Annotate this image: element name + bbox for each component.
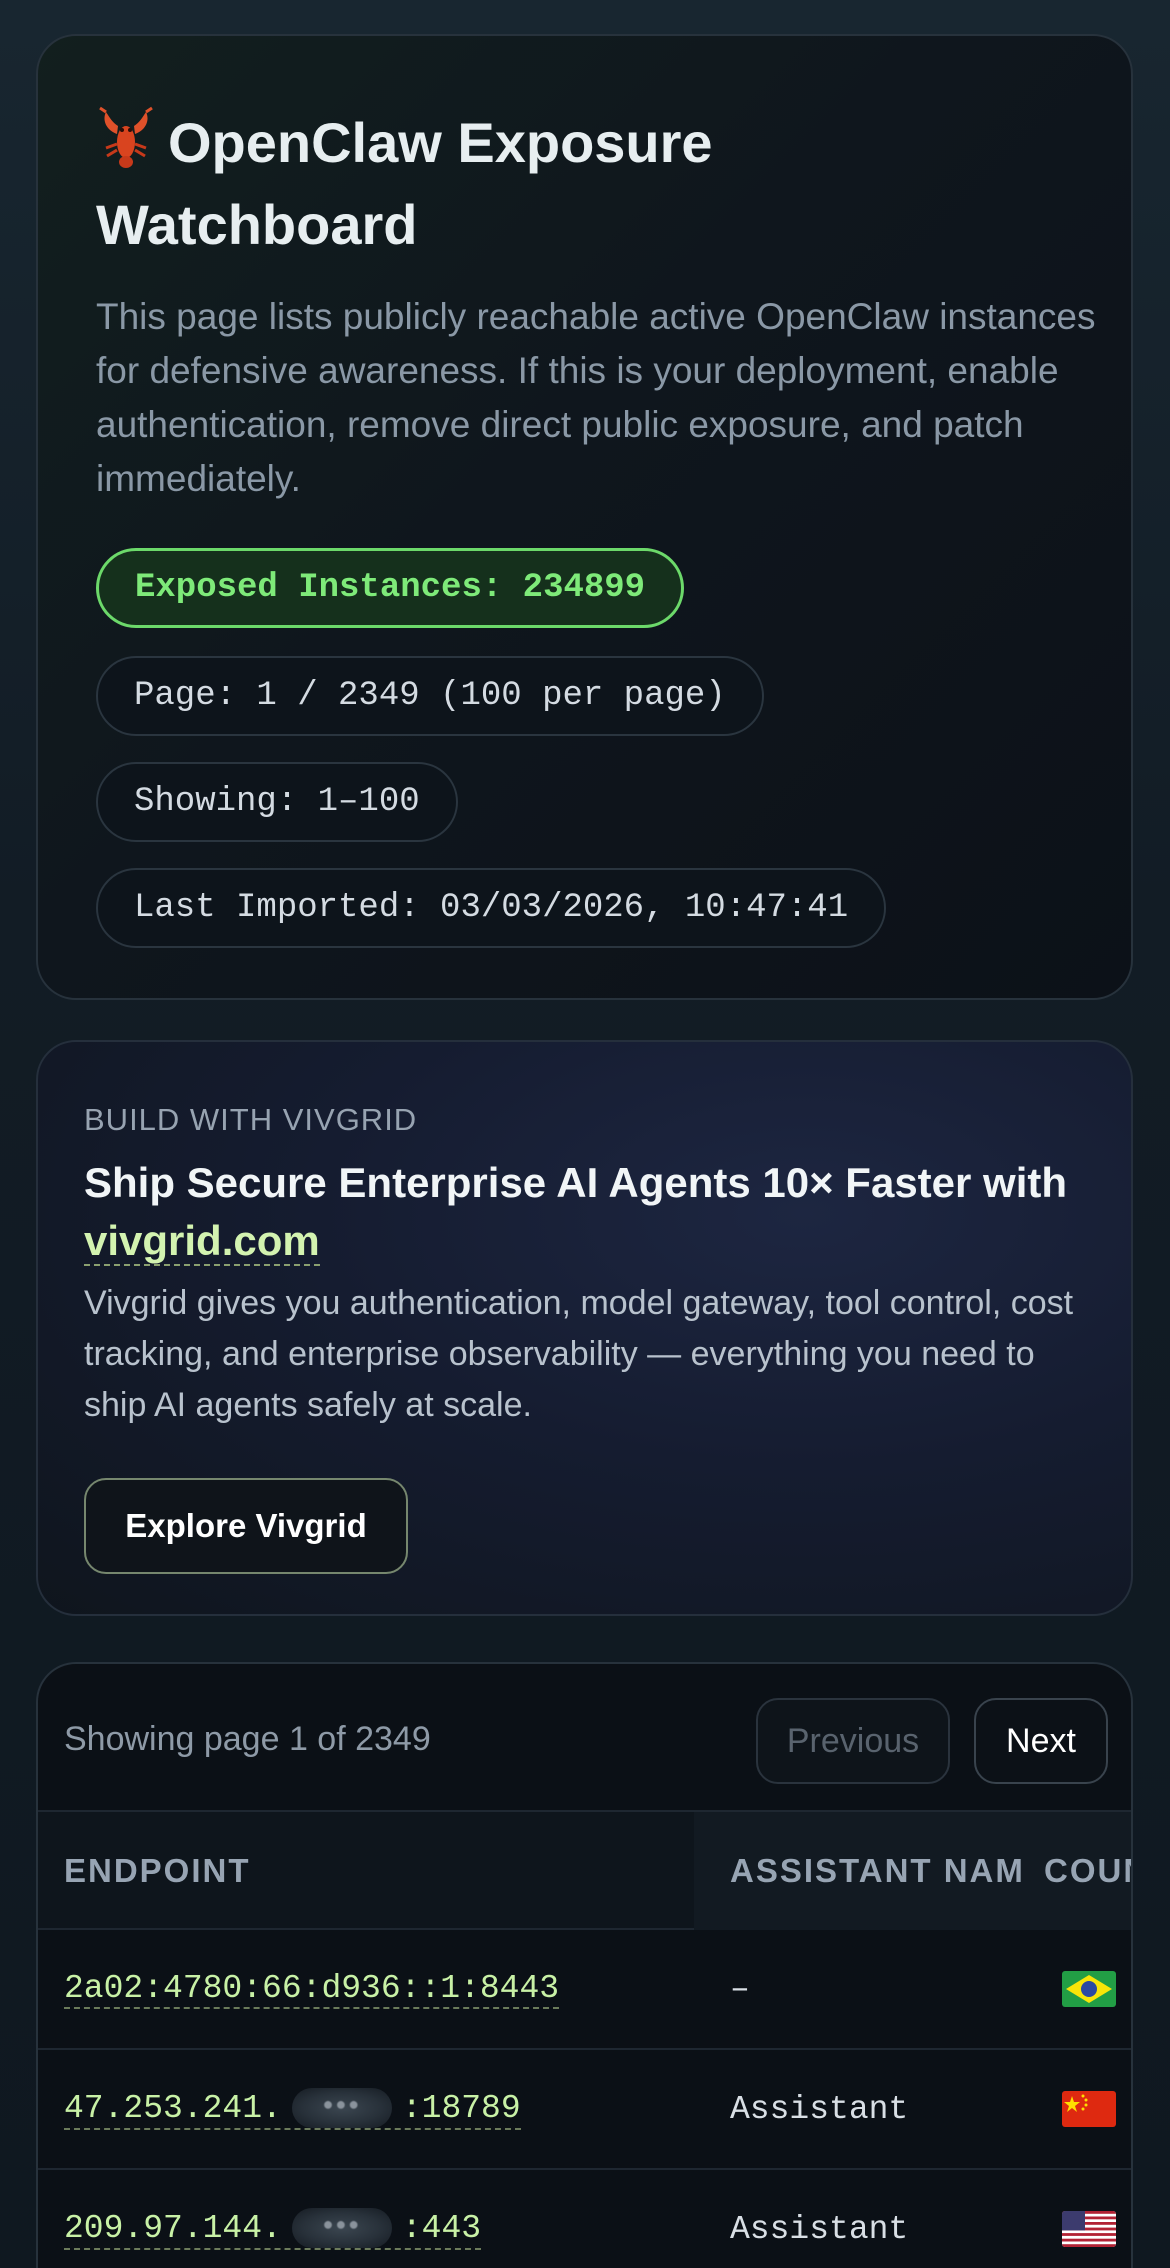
assistant-name-cell: Assistant <box>730 2090 909 2128</box>
pagination-status: Showing page 1 of 2349 <box>64 1720 431 1758</box>
redacted-octet <box>291 2088 392 2128</box>
table-header: ENDPOINT ASSISTANT NAM COUN <box>38 1812 1131 1930</box>
assistant-name-cell: Assistant <box>730 2210 909 2248</box>
vivgrid-link[interactable]: vivgrid.com <box>84 1217 320 1266</box>
page-title-text: OpenClaw Exposure Watchboard <box>96 111 713 256</box>
hero-description: This page lists publicly reachable activ… <box>96 296 1096 499</box>
promo-card: BUILD WITH VIVGRID Ship Secure Enterpris… <box>36 1040 1133 1616</box>
table-row: 209.97.144. :443 Assistant U <box>38 2170 1131 2268</box>
promo-title: Ship Secure Enterprise AI Agents 10× Fas… <box>84 1154 1084 1270</box>
instances-table-card: Showing page 1 of 2349 Previous Next END… <box>36 1662 1133 2268</box>
endpoint-cell: 209.97.144. :443 <box>64 2170 684 2268</box>
redacted-octet <box>291 2208 392 2248</box>
endpoint-port: :443 <box>401 2209 482 2247</box>
usa-flag-icon <box>1062 2211 1116 2247</box>
endpoint-prefix: 47.253.241. <box>64 2089 282 2127</box>
explore-vivgrid-button[interactable]: Explore Vivgrid <box>84 1478 408 1574</box>
promo-title-text: Ship Secure Enterprise AI Agents 10× Fas… <box>84 1159 1068 1206</box>
assistant-name-cell: – <box>730 1970 750 2008</box>
endpoint-port: :18789 <box>401 2089 521 2127</box>
last-imported-badge: Last Imported: 03/03/2026, 10:47:41 <box>96 868 887 948</box>
previous-button[interactable]: Previous <box>756 1698 950 1784</box>
promo-eyebrow: BUILD WITH VIVGRID <box>84 1102 418 1137</box>
endpoint-cell: 2a02:4780:66:d936::1:8443 <box>64 1930 684 2048</box>
page-indicator-badge: Page: 1 / 2349 (100 per page) <box>96 656 764 736</box>
endpoint-text: 2a02:4780:66:d936::1:8443 <box>64 1969 560 2007</box>
page-title: OpenClaw Exposure Watchboard <box>96 102 856 266</box>
column-header-country[interactable]: COUN <box>1024 1812 1131 1930</box>
country-cell: U <box>1062 2170 1131 2268</box>
showing-range-badge: Showing: 1–100 <box>96 762 458 842</box>
column-header-assistant-name[interactable]: ASSISTANT NAM <box>694 1812 1024 1930</box>
country-cell: C <box>1062 2050 1131 2168</box>
endpoint-link[interactable]: 47.253.241. :18789 <box>64 2088 521 2130</box>
pagination-bar: Showing page 1 of 2349 Previous Next <box>38 1664 1131 1812</box>
country-cell: Br <box>1062 1930 1131 2048</box>
hero-card: OpenClaw Exposure Watchboard This page l… <box>36 34 1133 1000</box>
china-flag-icon <box>1062 2091 1116 2127</box>
table-row: 2a02:4780:66:d936::1:8443 – Br <box>38 1930 1131 2050</box>
promo-description: Vivgrid gives you authentication, model … <box>84 1284 1074 1424</box>
lobster-icon <box>99 106 153 168</box>
next-button[interactable]: Next <box>974 1698 1108 1784</box>
exposed-instances-badge: Exposed Instances: 234899 <box>96 548 685 628</box>
endpoint-cell: 47.253.241. :18789 <box>64 2050 684 2168</box>
table-row: 47.253.241. :18789 Assistant C <box>38 2050 1131 2170</box>
endpoint-link[interactable]: 2a02:4780:66:d936::1:8443 <box>64 1969 560 2009</box>
endpoint-prefix: 209.97.144. <box>64 2209 282 2247</box>
column-header-endpoint[interactable]: ENDPOINT <box>64 1812 684 1930</box>
brazil-flag-icon <box>1062 1971 1116 2007</box>
endpoint-link[interactable]: 209.97.144. :443 <box>64 2208 482 2250</box>
